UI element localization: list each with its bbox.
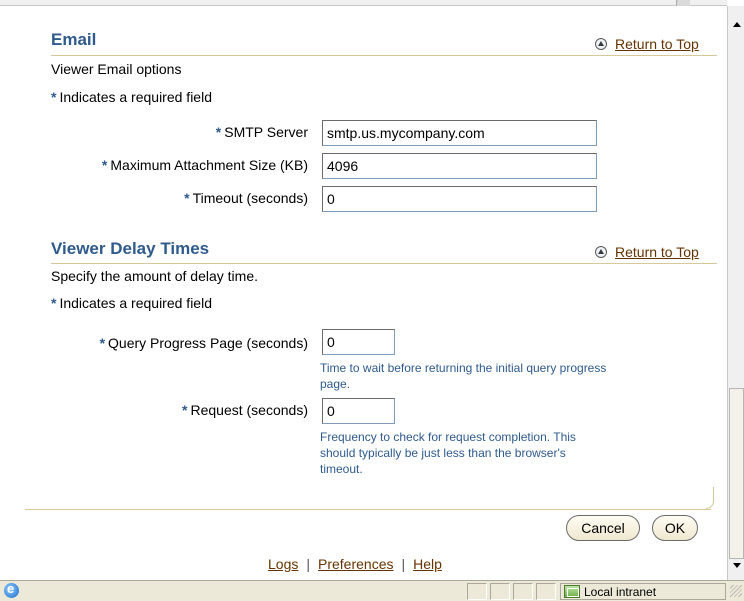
delay-section-divider <box>51 263 717 264</box>
required-asterisk: * <box>215 124 222 140</box>
delay-section-title: Viewer Delay Times <box>51 239 210 258</box>
up-arrow-circle-icon <box>595 38 607 50</box>
required-asterisk: * <box>99 335 106 351</box>
browser-status-bar: Local intranet <box>0 580 744 601</box>
delay-return-to-top-link[interactable]: Return to Top <box>615 244 699 260</box>
delay-description: Specify the amount of delay time. <box>51 268 258 284</box>
local-intranet-icon <box>564 585 580 598</box>
smtp-server-input[interactable] <box>322 120 597 146</box>
status-cell <box>490 583 510 600</box>
cancel-button[interactable]: Cancel <box>566 515 640 541</box>
max-attachment-size-label-text: Maximum Attachment Size (KB) <box>110 157 308 173</box>
email-return-to-top[interactable]: Return to Top <box>595 36 699 52</box>
email-section-title: Email <box>51 30 97 49</box>
required-asterisk: * <box>51 295 57 311</box>
scrollbar-thumb[interactable] <box>729 388 744 559</box>
logs-link[interactable]: Logs <box>268 556 298 572</box>
query-progress-input[interactable] <box>322 329 395 355</box>
resize-grip-icon[interactable] <box>730 585 742 597</box>
smtp-server-label-text: SMTP Server <box>224 124 308 140</box>
required-note-text: Indicates a required field <box>59 295 212 311</box>
max-attachment-size-input[interactable] <box>322 153 597 179</box>
request-label: * Request (seconds) <box>182 402 308 418</box>
query-progress-tip: Time to wait before returning the initia… <box>320 361 607 391</box>
email-required-note: * Indicates a required field <box>51 89 212 105</box>
query-progress-label: * Query Progress Page (seconds) <box>100 335 308 351</box>
preferences-link[interactable]: Preferences <box>318 556 393 572</box>
footer-separator: | <box>401 556 406 572</box>
smtp-server-label: * SMTP Server <box>216 124 308 140</box>
email-return-to-top-link[interactable]: Return to Top <box>615 36 699 52</box>
status-cell <box>513 583 533 600</box>
footer-separator: | <box>306 556 310 572</box>
request-label-text: Request (seconds) <box>190 402 308 418</box>
max-attachment-size-label: * Maximum Attachment Size (KB) <box>102 157 308 173</box>
required-note-text: Indicates a required field <box>59 89 212 105</box>
required-asterisk: * <box>184 190 190 206</box>
cancel-button-label: Cancel <box>581 520 625 536</box>
delay-return-to-top[interactable]: Return to Top <box>595 244 699 260</box>
timeout-input[interactable] <box>322 186 597 212</box>
email-section-divider <box>51 55 717 56</box>
timeout-label: * Timeout (seconds) <box>184 190 308 206</box>
scroll-down-arrow-icon[interactable] <box>730 559 743 572</box>
up-arrow-circle-icon <box>595 246 607 258</box>
request-input[interactable] <box>322 398 395 424</box>
zone-label: Local intranet <box>584 584 657 599</box>
security-zone: Local intranet <box>560 583 726 600</box>
scroll-up-arrow-icon[interactable] <box>730 19 743 32</box>
vertical-scrollbar[interactable] <box>727 6 744 580</box>
required-asterisk: * <box>182 402 188 418</box>
footer-links: Logs | Preferences | Help <box>268 556 442 572</box>
timeout-label-text: Timeout (seconds) <box>192 190 308 206</box>
delay-required-note: * Indicates a required field <box>51 295 212 311</box>
help-link[interactable]: Help <box>413 556 442 572</box>
request-tip: Frequency to check for request completio… <box>320 430 576 476</box>
ie-page-icon <box>4 581 19 598</box>
status-cell <box>467 583 487 600</box>
ok-button[interactable]: OK <box>652 515 698 541</box>
content-bottom-divider <box>25 509 711 510</box>
required-asterisk: * <box>101 157 108 173</box>
status-cell <box>536 583 556 600</box>
email-description: Viewer Email options <box>51 61 182 77</box>
ok-button-label: OK <box>664 520 686 536</box>
required-asterisk: * <box>51 89 57 105</box>
query-progress-label-text: Query Progress Page (seconds) <box>108 335 308 351</box>
